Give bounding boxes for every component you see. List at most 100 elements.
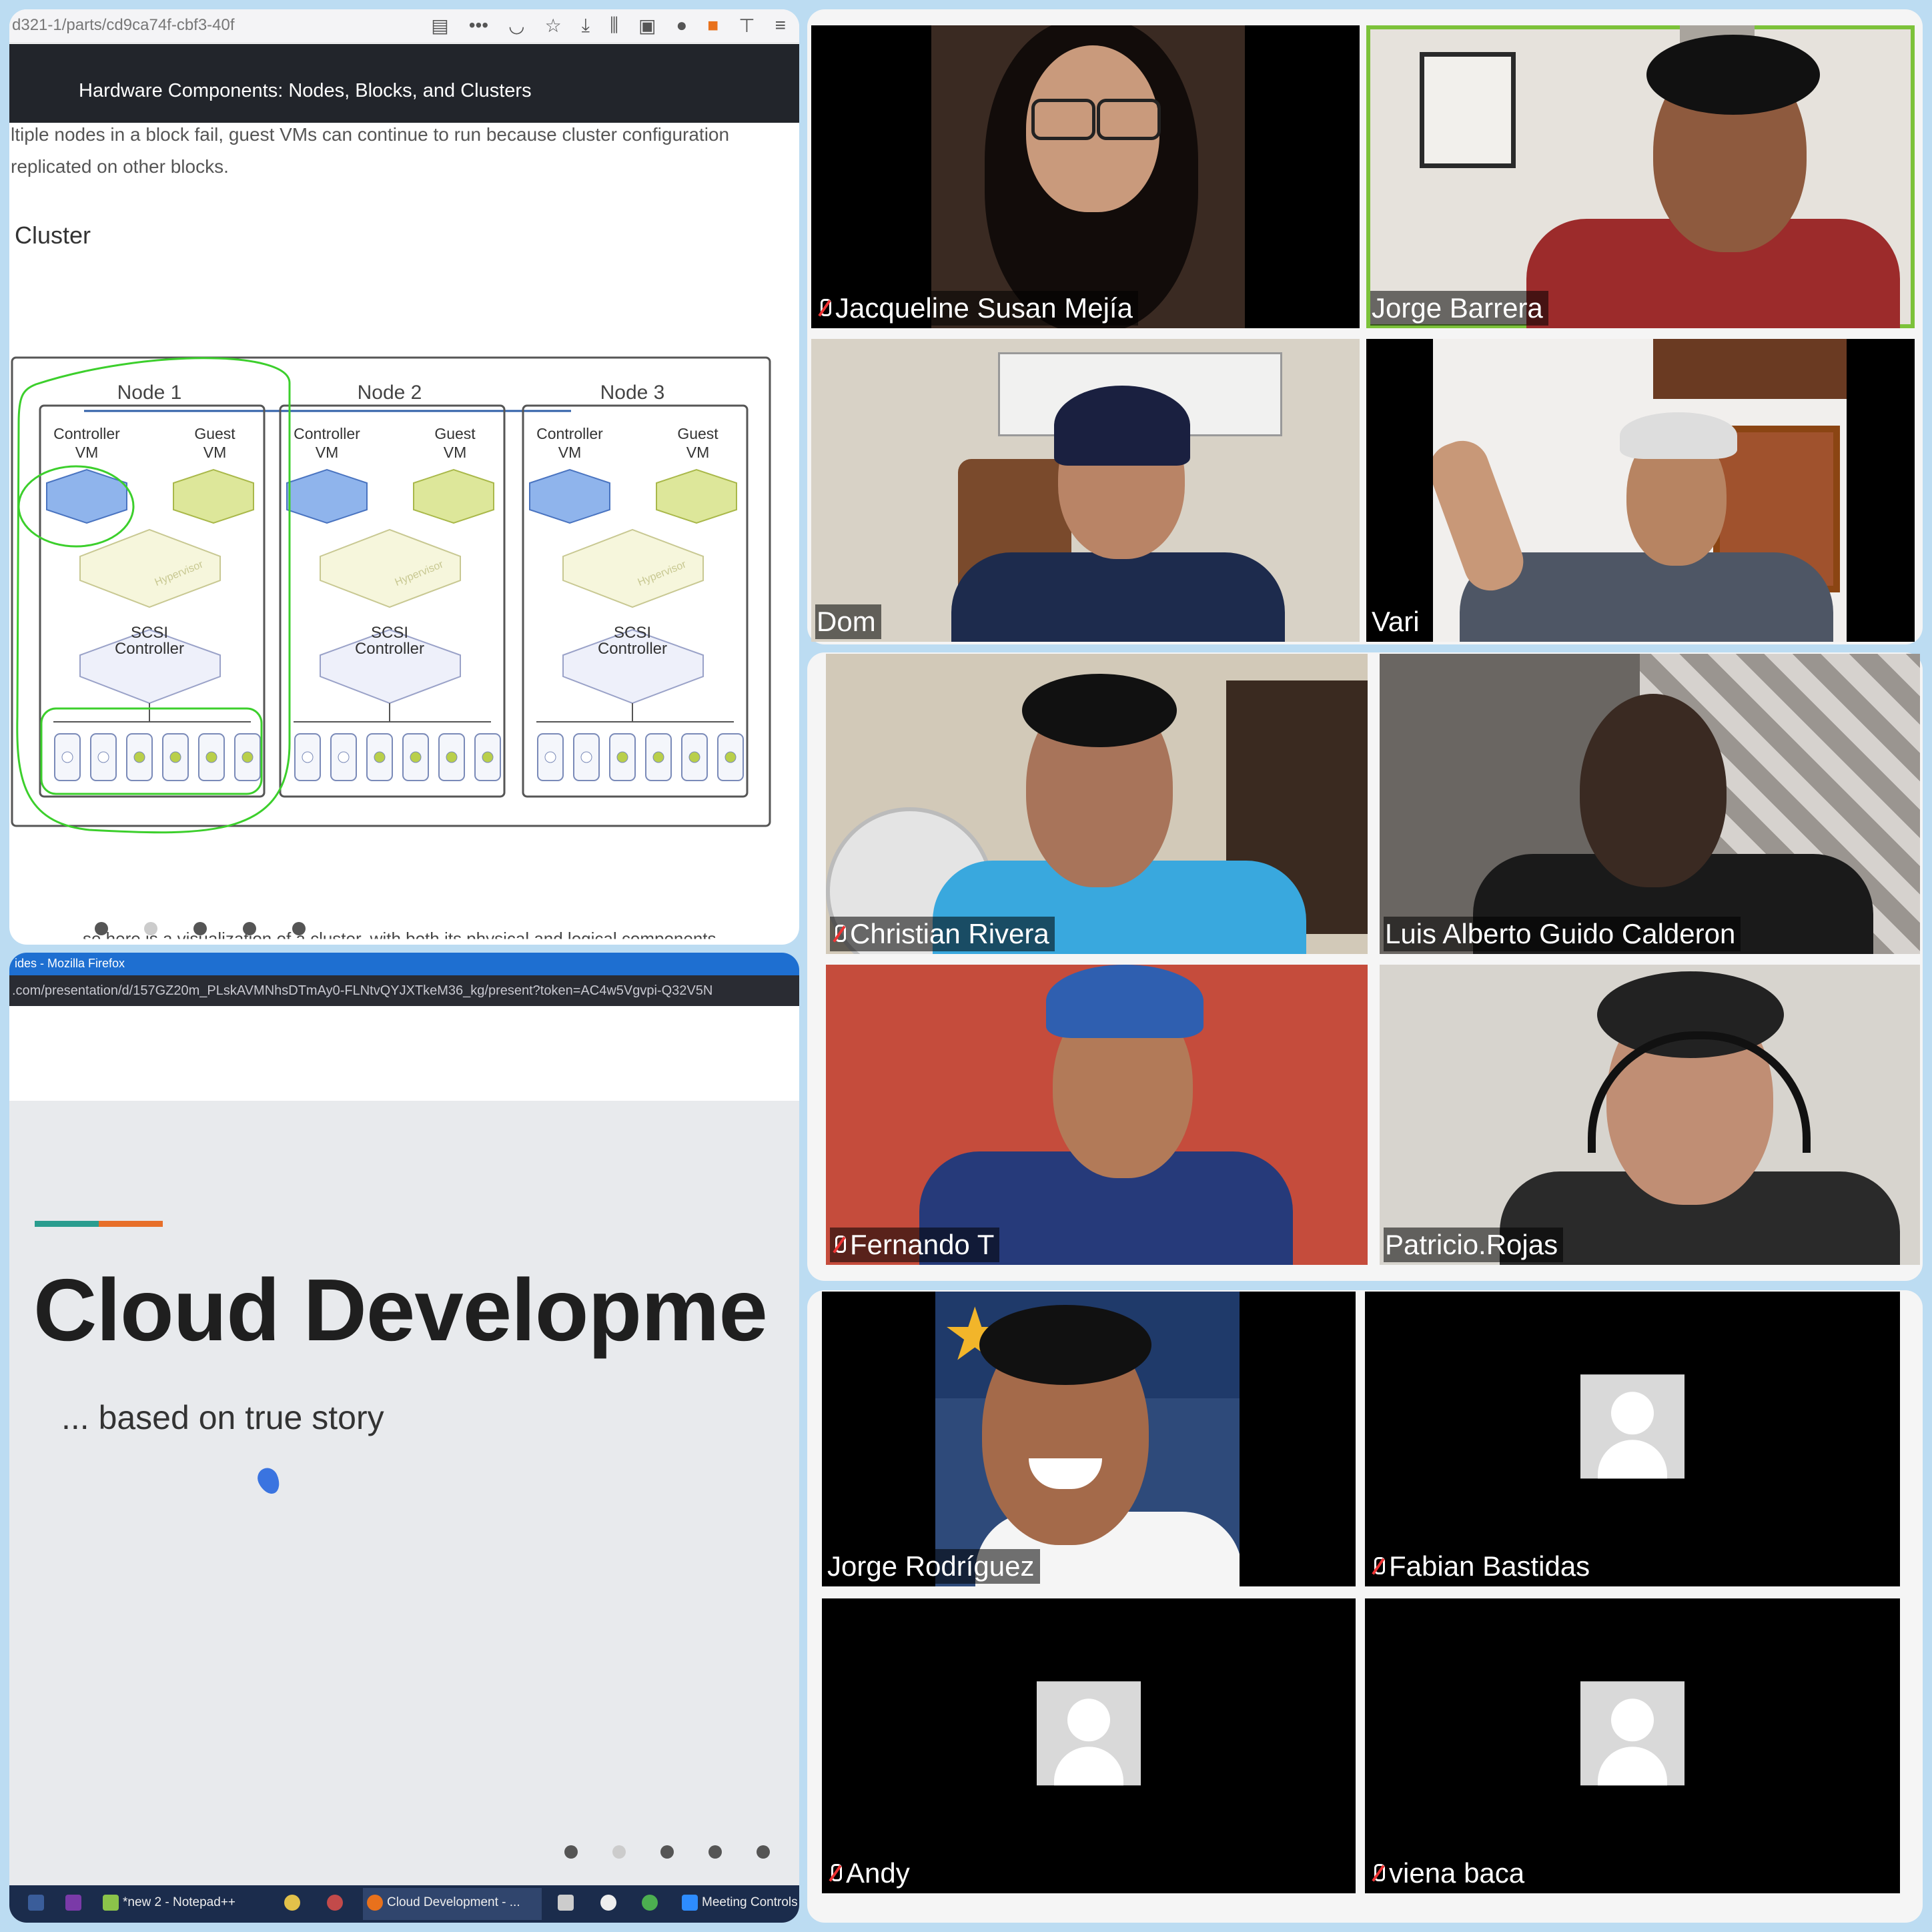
drive-indicator bbox=[482, 751, 494, 763]
taskbar-firefox-label: Cloud Development - ... bbox=[387, 1895, 520, 1909]
accent-bar-teal bbox=[35, 1221, 99, 1227]
doc-paragraph: ltiple nodes in a block fail, guest VMs … bbox=[11, 119, 729, 183]
drive-indicator bbox=[652, 751, 664, 763]
controller-vm-label: Controller bbox=[53, 425, 120, 442]
drive-indicator bbox=[374, 751, 386, 763]
pager-dot[interactable] bbox=[757, 1845, 770, 1859]
participant-label: Dom bbox=[815, 604, 881, 639]
library-icon[interactable]: ⫼ bbox=[610, 15, 618, 37]
controller-vm-label: VM bbox=[558, 444, 582, 461]
pager-dot[interactable] bbox=[612, 1845, 626, 1859]
extension-icon-2[interactable]: ■ bbox=[707, 15, 718, 37]
participant-name: Jorge Rodríguez bbox=[827, 1550, 1035, 1582]
participant-name: Christian Rivera bbox=[850, 918, 1049, 949]
video-tile[interactable]: viena baca bbox=[1365, 1598, 1900, 1893]
participant-label: Fernando T bbox=[830, 1228, 1000, 1262]
video-tile[interactable]: Patricio.Rojas bbox=[1380, 965, 1920, 1265]
pager-dot[interactable] bbox=[564, 1845, 578, 1859]
app-icon[interactable] bbox=[327, 1895, 343, 1911]
taskbar-notepad[interactable]: *new 2 - Notepad++ bbox=[103, 1895, 235, 1911]
onenote-icon[interactable] bbox=[65, 1895, 81, 1911]
avatar-placeholder-icon bbox=[1580, 1681, 1684, 1786]
participant-label: Jorge Barrera bbox=[1370, 291, 1548, 326]
picture-frame bbox=[1420, 52, 1516, 168]
guest-vm-icon bbox=[656, 468, 737, 524]
monitor-icon[interactable] bbox=[558, 1895, 574, 1911]
guest-vm-icon bbox=[413, 468, 494, 524]
pager-dot[interactable] bbox=[95, 922, 108, 935]
slide-top-band bbox=[9, 1006, 799, 1101]
participant-label: Andy bbox=[826, 1856, 915, 1891]
video-tile[interactable]: Jacqueline Susan Mejía bbox=[811, 25, 1360, 328]
participant-video bbox=[931, 25, 1245, 328]
url-text[interactable]: d321-1/parts/cd9ca74f-cbf3-40f bbox=[12, 16, 235, 35]
taskbar-notepad-label: *new 2 - Notepad++ bbox=[123, 1895, 236, 1909]
window-title: ides - Mozilla Firefox bbox=[15, 957, 125, 970]
participant-name: Fernando T bbox=[850, 1229, 995, 1260]
url-text[interactable]: .com/presentation/d/157GZ20m_PLskAVMNhsD… bbox=[12, 983, 712, 999]
bookmark-star-icon[interactable]: ☆ bbox=[545, 15, 562, 37]
pocket-icon[interactable]: ◡ bbox=[508, 15, 524, 37]
extension-icon-3[interactable]: ⊤ bbox=[739, 15, 755, 37]
drive-indicator bbox=[97, 751, 109, 763]
doc-line: replicated on other blocks. bbox=[11, 156, 229, 177]
chrome-icon[interactable] bbox=[284, 1895, 300, 1911]
video-tile[interactable]: Vari bbox=[1366, 339, 1915, 642]
download-icon[interactable]: ⤓ bbox=[582, 15, 590, 37]
participant-video: ★ bbox=[935, 1292, 1240, 1586]
video-tile[interactable]: Andy bbox=[822, 1598, 1356, 1893]
section-heading: Cluster bbox=[15, 221, 91, 249]
cap-shape bbox=[1054, 386, 1190, 466]
pager-dot[interactable] bbox=[708, 1845, 722, 1859]
participant-label: Patricio.Rojas bbox=[1384, 1228, 1564, 1262]
pager-dot[interactable] bbox=[292, 922, 306, 935]
participant-name: Luis Alberto Guido Calderon bbox=[1385, 918, 1736, 949]
sync-icon[interactable] bbox=[642, 1895, 658, 1911]
pager-dot[interactable] bbox=[144, 922, 157, 935]
doc-header: Hardware Components: Nodes, Blocks, and … bbox=[9, 44, 799, 123]
ceiling-shape bbox=[1653, 339, 1847, 399]
participant-label: Jacqueline Susan Mejía bbox=[815, 291, 1138, 326]
taskbar-meeting[interactable]: Meeting Controls bbox=[682, 1895, 798, 1911]
taskbar-meeting-label: Meeting Controls bbox=[702, 1895, 798, 1909]
video-tile[interactable]: Christian Rivera bbox=[826, 654, 1368, 954]
video-tile[interactable]: Fernando T bbox=[826, 965, 1368, 1265]
cloud-icon[interactable] bbox=[600, 1895, 616, 1911]
guest-vm-label: VM bbox=[203, 444, 227, 461]
participant-name: Fabian Bastidas bbox=[1389, 1550, 1590, 1582]
browser-window-course: d321-1/parts/cd9ca74f-cbf3-40f ▤ ••• ◡ ☆… bbox=[9, 9, 799, 945]
menu-icon[interactable]: ≡ bbox=[775, 15, 786, 37]
pager-dot[interactable] bbox=[660, 1845, 674, 1859]
pager-dot[interactable] bbox=[243, 922, 256, 935]
guest-vm-label: VM bbox=[444, 444, 467, 461]
controller-vm-icon bbox=[286, 468, 368, 524]
video-tile[interactable]: Dom bbox=[811, 339, 1360, 642]
mic-muted-icon bbox=[817, 298, 831, 319]
guest-vm-label: Guest bbox=[677, 425, 718, 442]
participant-label: viena baca bbox=[1369, 1856, 1530, 1891]
reader-icon[interactable]: ▤ bbox=[431, 15, 448, 37]
video-tile[interactable]: Luis Alberto Guido Calderon bbox=[1380, 654, 1920, 954]
drive-indicator bbox=[616, 751, 628, 763]
drive-indicator bbox=[61, 751, 73, 763]
video-tile[interactable]: Fabian Bastidas bbox=[1365, 1292, 1900, 1586]
sidebar-icon[interactable]: ▣ bbox=[638, 15, 656, 37]
taskbar-firefox[interactable]: Cloud Development - ... bbox=[367, 1895, 520, 1911]
pager-dot[interactable] bbox=[193, 922, 207, 935]
video-tile-active-speaker[interactable]: Jorge Barrera bbox=[1366, 25, 1915, 328]
controller-vm-label: Controller bbox=[294, 425, 360, 442]
controller-label: Controller bbox=[598, 640, 667, 658]
doc-line: ltiple nodes in a block fail, guest VMs … bbox=[11, 124, 730, 145]
address-bar[interactable]: .com/presentation/d/157GZ20m_PLskAVMNhsD… bbox=[9, 975, 799, 1006]
address-bar[interactable]: d321-1/parts/cd9ca74f-cbf3-40f ▤ ••• ◡ ☆… bbox=[9, 9, 799, 43]
drive-indicator bbox=[169, 751, 181, 763]
browser-window-slides: ides - Mozilla Firefox .com/presentation… bbox=[9, 953, 799, 1923]
extension-icon[interactable]: ● bbox=[676, 15, 687, 37]
cluster-diagram: Node 1ControllerVMGuestVMHypervisorSCSIC… bbox=[11, 356, 771, 834]
video-grid-group: Jacqueline Susan Mejía Jorge Barrera Dom… bbox=[807, 9, 1923, 644]
controller-vm-label: Controller bbox=[536, 425, 603, 442]
start-icon[interactable] bbox=[28, 1895, 44, 1911]
video-tile[interactable]: ★ Jorge Rodríguez bbox=[822, 1292, 1356, 1586]
drive-indicator bbox=[544, 751, 556, 763]
more-icon[interactable]: ••• bbox=[469, 15, 488, 37]
